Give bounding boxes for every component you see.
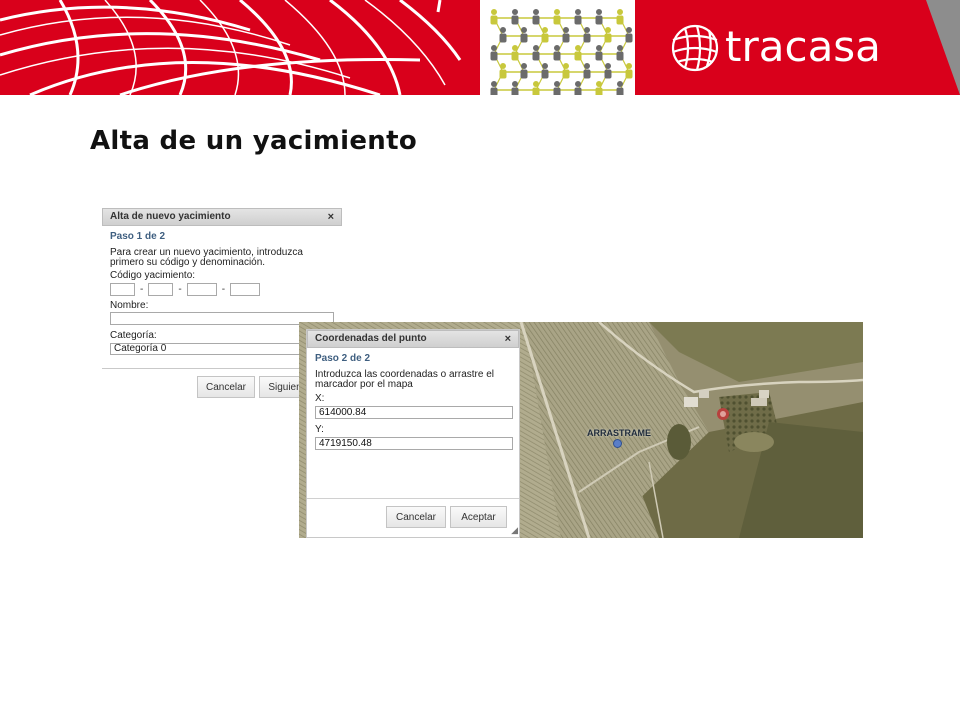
x-coordinate-input[interactable]: 614000.84 bbox=[315, 406, 513, 419]
code-separator: - bbox=[140, 284, 144, 295]
coordinates-dialog-header[interactable]: Coordenadas del punto × bbox=[307, 330, 519, 348]
x-label: X: bbox=[315, 393, 325, 404]
cancel-button[interactable]: Cancelar bbox=[197, 376, 255, 398]
map-marker-label: ARRASTRAME bbox=[587, 428, 651, 438]
new-site-dialog-title: Alta de nuevo yacimiento bbox=[110, 211, 231, 222]
instructions-line-2: primero su código y denominación. bbox=[110, 257, 266, 268]
close-icon[interactable]: × bbox=[505, 333, 511, 345]
globe-grid-icon bbox=[0, 0, 462, 95]
code-field-3[interactable] bbox=[186, 283, 217, 296]
people-network-icon bbox=[490, 9, 633, 95]
banner-people-panel bbox=[480, 0, 635, 95]
coordinates-dialog-title: Coordenadas del punto bbox=[315, 333, 427, 344]
code-field-2[interactable] bbox=[148, 283, 174, 296]
banner-logo-panel: tracasa bbox=[635, 0, 960, 95]
step-indicator: Paso 1 de 2 bbox=[110, 231, 166, 242]
code-field-4[interactable] bbox=[230, 283, 261, 296]
header-banner: tracasa bbox=[0, 0, 960, 95]
close-icon[interactable]: × bbox=[328, 211, 334, 223]
tracasa-globe-icon bbox=[671, 24, 719, 72]
tracasa-logo-text: tracasa bbox=[725, 22, 881, 71]
y-label: Y: bbox=[315, 424, 324, 435]
tracasa-logo: tracasa bbox=[669, 18, 881, 78]
code-field-1[interactable] bbox=[110, 283, 135, 296]
accept-button[interactable]: Aceptar bbox=[450, 506, 507, 528]
new-site-dialog-header[interactable]: Alta de nuevo yacimiento × bbox=[102, 208, 342, 226]
code-separator: - bbox=[221, 284, 226, 295]
dialog-footer-divider bbox=[307, 498, 519, 499]
draggable-marker-icon[interactable] bbox=[613, 439, 622, 448]
code-label: Código yacimiento: bbox=[110, 270, 196, 281]
banner-globe-panel bbox=[0, 0, 480, 95]
code-fields: - - - bbox=[102, 282, 342, 297]
cancel-button[interactable]: Cancelar bbox=[386, 506, 446, 528]
coordinates-dialog: Coordenadas del punto × Paso 2 de 2 Intr… bbox=[306, 329, 520, 538]
y-coordinate-input[interactable]: 4719150.48 bbox=[315, 437, 513, 450]
resize-handle-icon[interactable]: ◢ bbox=[511, 527, 518, 536]
code-separator: - bbox=[178, 284, 182, 295]
banner-corner bbox=[926, 0, 960, 95]
page-title: Alta de un yacimiento bbox=[90, 126, 417, 156]
name-label: Nombre: bbox=[110, 300, 149, 311]
step-indicator: Paso 2 de 2 bbox=[315, 353, 371, 364]
instructions-line-2: marcador por el mapa bbox=[315, 379, 413, 390]
